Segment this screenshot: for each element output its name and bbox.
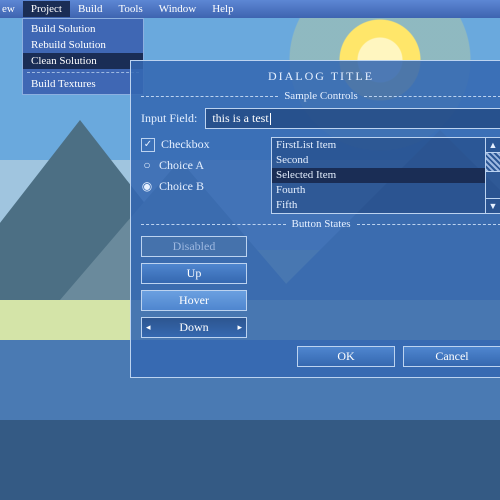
- ok-button[interactable]: OK: [297, 346, 395, 367]
- radio-label: Choice B: [159, 179, 204, 194]
- list-item[interactable]: Second: [272, 153, 485, 168]
- scroll-track[interactable]: [486, 172, 500, 198]
- menu-item-tools[interactable]: Tools: [110, 1, 150, 17]
- menu-item-build[interactable]: Build: [70, 1, 110, 17]
- checkbox[interactable]: ✓ Checkbox: [141, 137, 261, 152]
- radio-icon: ◉: [141, 181, 153, 193]
- down-button[interactable]: ◂Down▸: [141, 317, 247, 338]
- dropdown-item-selected[interactable]: Clean Solution: [23, 53, 143, 69]
- list-item-selected[interactable]: Selected Item: [272, 168, 485, 183]
- up-button[interactable]: Up: [141, 263, 247, 284]
- dialog: DIALOG TITLE Sample Controls Input Field…: [130, 60, 500, 378]
- dropdown-separator: [27, 72, 139, 73]
- scroll-down-icon[interactable]: ▼: [486, 198, 500, 213]
- menu-item-project[interactable]: Project: [23, 1, 70, 17]
- list-item[interactable]: Fifth: [272, 198, 485, 213]
- radio-label: Choice A: [159, 158, 204, 173]
- radio-choice-a[interactable]: ○ Choice A: [141, 158, 261, 173]
- dialog-title: DIALOG TITLE: [141, 69, 500, 84]
- disabled-button: Disabled: [141, 236, 247, 257]
- dropdown-item[interactable]: Build Textures: [23, 76, 143, 92]
- cancel-button[interactable]: Cancel: [403, 346, 500, 367]
- hover-button[interactable]: Hover: [141, 290, 247, 311]
- menu-item-help[interactable]: Help: [204, 1, 241, 17]
- scroll-thumb[interactable]: [486, 153, 500, 172]
- list-item[interactable]: Fourth: [272, 183, 485, 198]
- scroll-up-icon[interactable]: ▲: [486, 138, 500, 153]
- input-label: Input Field:: [141, 111, 197, 126]
- listbox[interactable]: FirstList Item Second Selected Item Four…: [271, 137, 500, 214]
- arrow-left-icon: ◂: [146, 322, 151, 333]
- section-header-buttons: Button States: [141, 218, 500, 230]
- checkbox-label: Checkbox: [161, 137, 210, 152]
- section-header-controls: Sample Controls: [141, 90, 500, 102]
- menu-item-window[interactable]: Window: [151, 1, 204, 17]
- radio-choice-b[interactable]: ◉ Choice B: [141, 179, 261, 194]
- checkbox-icon: ✓: [141, 138, 155, 152]
- radio-icon: ○: [141, 160, 153, 172]
- arrow-right-icon: ▸: [237, 322, 242, 333]
- list-item[interactable]: FirstList Item: [272, 138, 485, 153]
- dropdown-item[interactable]: Rebuild Solution: [23, 37, 143, 53]
- dropdown-item[interactable]: Build Solution: [23, 21, 143, 37]
- menubar: ew Project Build Tools Window Help: [0, 0, 500, 18]
- menu-item-view[interactable]: ew: [0, 1, 23, 17]
- text-input[interactable]: this is a test: [205, 108, 500, 129]
- scrollbar[interactable]: ▲ ▼: [485, 138, 500, 213]
- project-dropdown: Build Solution Rebuild Solution Clean So…: [22, 18, 144, 95]
